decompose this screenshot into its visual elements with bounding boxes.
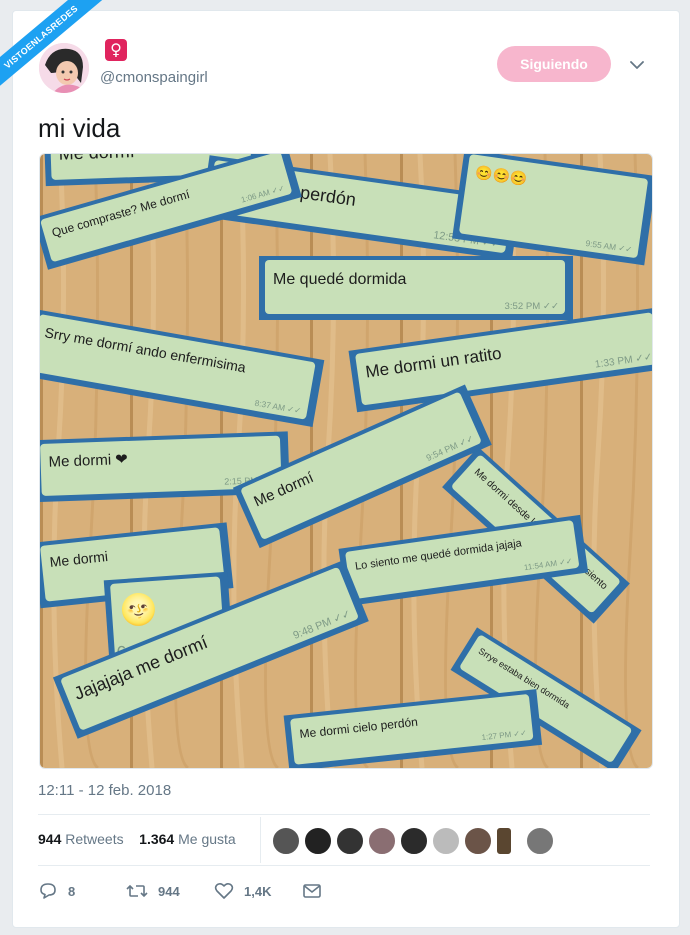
tweet-actions: 8 944 1,4K [38, 879, 638, 903]
envelope-icon [303, 884, 321, 898]
female-sign-emoji: ♀ [105, 39, 127, 61]
bubble-text: Me quedé dormida [273, 271, 407, 288]
likes-label[interactable]: Me gusta [178, 831, 236, 847]
reply-icon [40, 883, 56, 899]
bubble-time: 3:52 PM ✓✓ [505, 301, 559, 312]
stats-separator [260, 817, 261, 863]
liker-avatar[interactable] [496, 827, 512, 855]
tweet-card: ♀ @cmonspaingirl Siguiendo mi vida Me do… [12, 10, 680, 928]
heart-icon [214, 882, 234, 899]
chat-collage: Me dormíMe dormí perdón12:53 PM ✓✓😊😊😊9:5… [40, 154, 652, 768]
like-button[interactable]: 1,4K [214, 879, 271, 903]
chat-bubble: Me quedé dormida 3:52 PM ✓✓ [259, 256, 573, 320]
liker-avatar[interactable] [368, 827, 396, 855]
retweets-label[interactable]: Retweets [65, 831, 123, 847]
direct-message-button[interactable] [302, 879, 322, 903]
liker-avatar[interactable] [464, 827, 492, 855]
liker-avatar[interactable] [272, 827, 300, 855]
tweet-timestamp[interactable]: 12:11 - 12 feb. 2018 [38, 782, 171, 799]
bubble-text: 🌝 [119, 591, 159, 629]
chevron-down-icon[interactable] [627, 55, 647, 75]
retweet-count: 944 [158, 883, 180, 899]
following-button[interactable]: Siguiendo [497, 46, 611, 82]
divider-bottom [38, 865, 650, 866]
engagement-stats: 944 Retweets 1.364 Me gusta [38, 831, 236, 847]
retweet-icon [126, 884, 148, 898]
bubble-text: Me dormi ❤ [48, 451, 128, 471]
tweet-text: mi vida [38, 113, 121, 143]
divider-top [38, 814, 650, 815]
avatar-illustration [39, 43, 89, 93]
user-avatar[interactable] [39, 43, 89, 93]
liker-avatar[interactable] [400, 827, 428, 855]
tweet-image[interactable]: Me dormíMe dormí perdón12:53 PM ✓✓😊😊😊9:5… [39, 153, 653, 769]
retweet-button[interactable]: 944 [126, 879, 180, 903]
retweets-count[interactable]: 944 [38, 831, 61, 847]
liker-avatar[interactable] [526, 827, 554, 855]
liker-avatar[interactable] [432, 827, 460, 855]
reply-button[interactable]: 8 [38, 879, 75, 903]
liker-avatar[interactable] [304, 827, 332, 855]
reply-count: 8 [68, 883, 76, 899]
user-handle[interactable]: @cmonspaingirl [100, 69, 208, 86]
liker-avatar[interactable] [336, 827, 364, 855]
like-count: 1,4K [244, 883, 272, 899]
likes-count[interactable]: 1.364 [139, 831, 174, 847]
